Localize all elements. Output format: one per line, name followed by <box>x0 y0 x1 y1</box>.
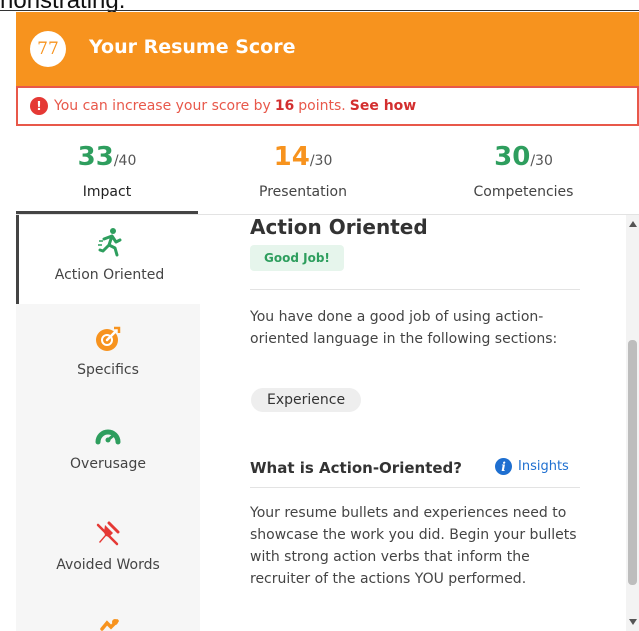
sidebar-item-label: Specifics <box>77 362 139 378</box>
impact-score: 33/40 <box>77 142 137 172</box>
sidebar-item-label: Avoided Words <box>56 557 160 573</box>
category-sidebar: Action Oriented Specifics Overusage Avoi… <box>16 215 200 631</box>
alert-suffix: points. <box>298 98 346 114</box>
tab-presentation[interactable]: 14/30 Presentation <box>198 128 408 214</box>
header-title: Your Resume Score <box>89 36 296 58</box>
score-tabs: 33/40 Impact 14/30 Presentation 30/30 Co… <box>16 128 639 214</box>
sidebar-item-label: Action Oriented <box>54 267 165 283</box>
sidebar-item-partial[interactable] <box>16 617 200 631</box>
gauge-icon <box>95 429 121 445</box>
scroll-up-arrow-icon[interactable] <box>629 221 637 227</box>
action-runner-icon <box>97 228 121 257</box>
result-paragraph: You have done a good job of using action… <box>250 309 558 347</box>
content-divider <box>250 487 580 488</box>
partial-icon <box>100 619 119 631</box>
content-divider <box>250 289 580 290</box>
alert-prefix: You can increase your score by <box>54 98 271 114</box>
tab-competencies[interactable]: 30/30 Competencies <box>408 128 639 214</box>
competencies-score: 30/30 <box>494 142 553 172</box>
see-how-link[interactable]: See how <box>350 98 416 114</box>
improvement-alert: ! You can increase your score by 16 poin… <box>16 86 639 126</box>
tab-impact[interactable]: 33/40 Impact <box>16 128 198 214</box>
status-badge: Good Job! <box>250 245 344 271</box>
detail-content: Action Oriented Good Job! You have done … <box>200 215 626 631</box>
top-divider <box>0 10 639 11</box>
scroll-thumb[interactable] <box>628 340 637 585</box>
sidebar-item-avoided-words[interactable]: Avoided Words <box>16 521 200 601</box>
explanation-paragraph: Your resume bullets and experiences need… <box>250 505 577 587</box>
sidebar-item-label: Overusage <box>70 456 146 472</box>
info-icon: i <box>495 458 512 475</box>
section-title: Action Oriented <box>250 215 428 239</box>
alert-circle-icon: ! <box>30 97 48 115</box>
tab-impact-label: Impact <box>82 184 132 200</box>
subsection-heading: What is Action-Oriented? <box>250 459 462 477</box>
sidebar-item-specifics[interactable]: Specifics <box>16 326 200 406</box>
sidebar-item-overusage[interactable]: Overusage <box>16 422 200 502</box>
insights-label: Insights <box>518 459 569 474</box>
target-icon <box>96 326 121 351</box>
alert-points: 16 <box>274 98 295 114</box>
content-scrollbar[interactable] <box>626 215 639 631</box>
overall-score-badge: 77 <box>30 31 66 67</box>
tab-competencies-label: Competencies <box>473 184 574 200</box>
section-pill-experience[interactable]: Experience <box>251 388 362 412</box>
sidebar-item-action-oriented[interactable]: Action Oriented <box>16 215 200 304</box>
tab-presentation-label: Presentation <box>259 184 347 200</box>
insights-link[interactable]: i Insights <box>495 458 569 475</box>
scroll-down-arrow-icon[interactable] <box>629 619 637 625</box>
pin-slash-icon <box>96 521 120 546</box>
presentation-score: 14/30 <box>273 142 333 172</box>
score-header: 77 Your Resume Score <box>16 12 639 86</box>
